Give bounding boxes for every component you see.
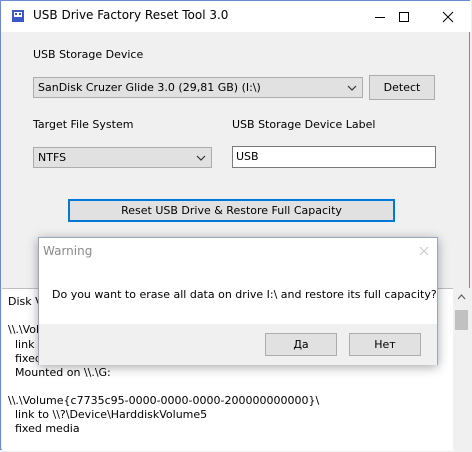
log-line: fixed media [15,422,80,435]
volume-label-caption: USB Storage Device Label [232,118,376,131]
reset-button-label: Reset USB Drive & Restore Full Capacity [121,204,342,217]
dialog-close-icon[interactable] [419,246,429,256]
log-scrollbar[interactable] [453,288,470,450]
device-label: USB Storage Device [33,48,144,61]
log-line: link to \\?\Device\HarddiskVolume5 [15,408,208,421]
dialog-message: Do you want to erase all data on drive I… [52,288,437,301]
filesystem-select-value: NTFS [38,151,67,164]
yes-button[interactable]: Да [265,333,337,356]
chevron-down-icon [196,155,206,161]
close-icon [442,11,454,23]
app-window: USB Drive Factory Reset Tool 3.0 USB Sto… [0,0,471,451]
close-button[interactable] [425,1,471,32]
warning-dialog: Warning Do you want to erase all data on… [38,237,438,365]
detect-button[interactable]: Detect [369,75,435,100]
dialog-footer: Да Нет [39,324,437,365]
reset-button[interactable]: Reset USB Drive & Restore Full Capacity [68,199,395,222]
dialog-title: Warning [43,244,93,258]
filesystem-label: Target File System [33,118,134,131]
chevron-down-icon [347,85,357,91]
no-button-label: Нет [374,338,396,351]
volume-label-input[interactable]: USB [232,146,436,168]
maximize-icon [399,12,409,22]
device-select[interactable]: SanDisk Cruzer Glide 3.0 (29,81 GB) (I:\… [33,77,363,98]
maximize-button[interactable] [381,1,427,32]
title-bar[interactable]: USB Drive Factory Reset Tool 3.0 [1,1,471,32]
usb-drive-icon [11,9,25,23]
window-title: USB Drive Factory Reset Tool 3.0 [33,8,229,22]
detect-button-label: Detect [383,81,421,94]
no-button[interactable]: Нет [349,333,421,356]
volume-label-value: USB [236,150,259,163]
scroll-up-icon[interactable] [457,294,466,300]
scrollbar-thumb[interactable] [455,310,468,330]
log-line: \\.\Volume{c7735c95-0000-0000-0000-20000… [8,394,320,407]
device-select-value: SanDisk Cruzer Glide 3.0 (29,81 GB) (I:\… [38,81,261,94]
log-line: Mounted on \\.\G: [15,366,111,379]
filesystem-select[interactable]: NTFS [33,147,212,168]
yes-button-label: Да [293,338,309,351]
